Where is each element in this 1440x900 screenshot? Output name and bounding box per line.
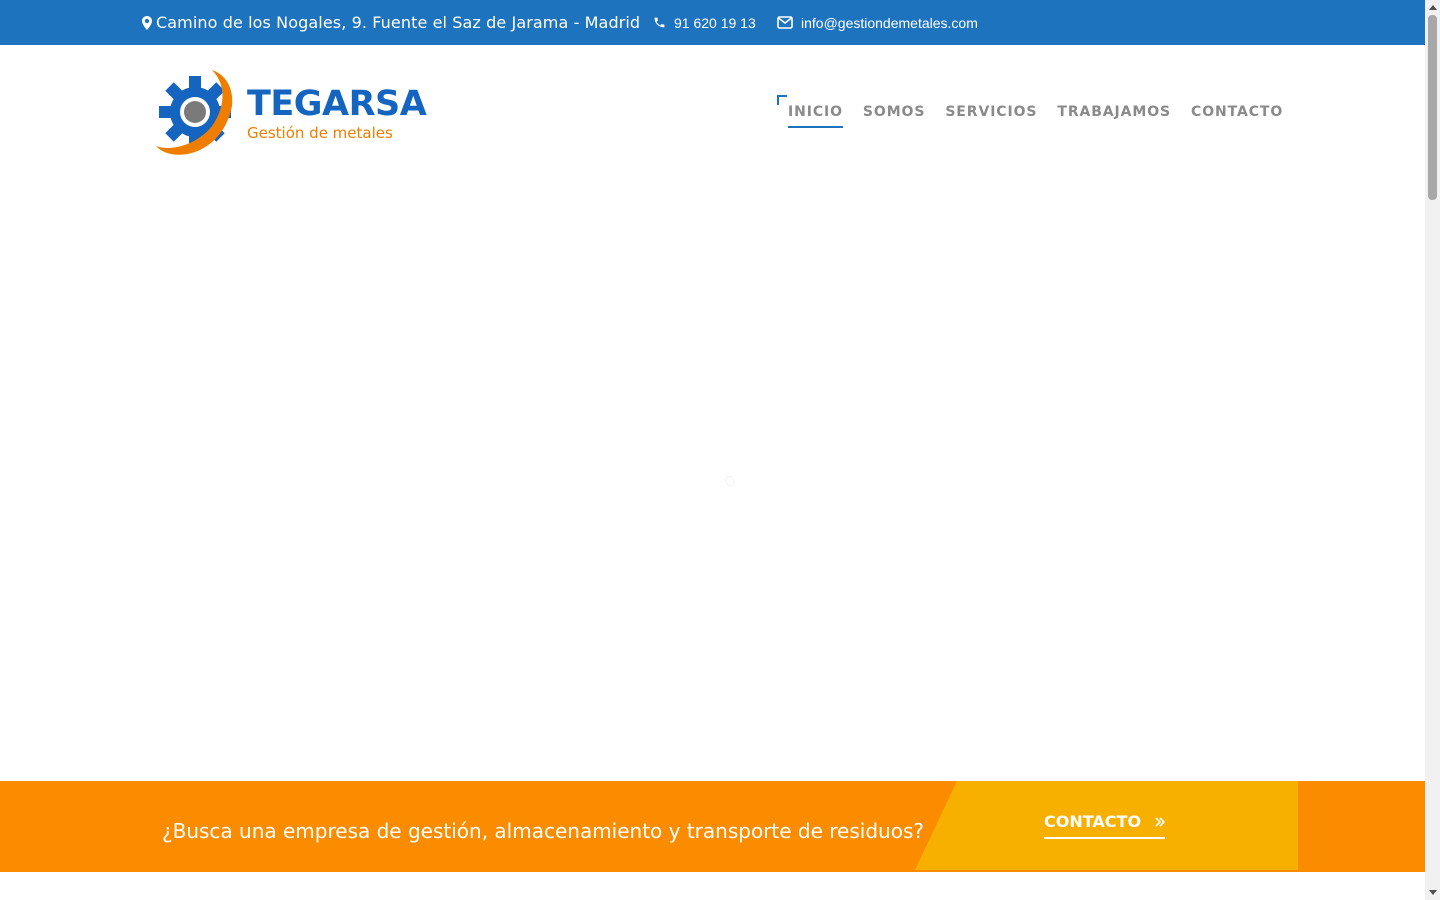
nav-item-somos[interactable]: SOMOS	[863, 100, 925, 128]
scroll-down-icon[interactable]	[1429, 890, 1437, 895]
phone-text: 91 620 19 13	[674, 14, 756, 31]
cta-band: ¿Busca una empresa de gestión, almacenam…	[0, 781, 1425, 872]
map-marker-icon	[142, 15, 152, 30]
address: Camino de los Nogales, 9. Fuente el Saz …	[142, 0, 640, 45]
main-nav: INICIO SOMOS SERVICIOS TRABAJAMOS CONTAC…	[788, 100, 1283, 128]
cta-contact-button[interactable]: CONTACTO	[1044, 812, 1166, 839]
address-text: Camino de los Nogales, 9. Fuente el Saz …	[156, 13, 641, 32]
site-logo[interactable]: TEGARSA Gestión de metales	[152, 66, 427, 160]
logo-tagline: Gestión de metales	[247, 124, 393, 142]
logo-name: TEGARSA	[247, 84, 427, 124]
cta-button-label: CONTACTO	[1044, 812, 1142, 831]
vertical-scrollbar[interactable]	[1425, 0, 1440, 900]
gear-logo-icon	[156, 70, 233, 155]
nav-item-trabajamos[interactable]: TRABAJAMOS	[1057, 100, 1171, 128]
nav-item-contacto[interactable]: CONTACTO	[1191, 100, 1283, 128]
loading-indicator	[725, 476, 735, 486]
envelope-icon	[777, 16, 793, 29]
email-text: info@gestiondemetales.com	[801, 14, 978, 31]
nav-item-inicio[interactable]: INICIO	[788, 100, 843, 128]
email-contact[interactable]: info@gestiondemetales.com	[777, 0, 978, 45]
scroll-up-icon[interactable]	[1429, 5, 1437, 10]
nav-item-servicios[interactable]: SERVICIOS	[945, 100, 1037, 128]
nav-decoration	[777, 95, 787, 105]
double-chevron-right-icon	[1155, 812, 1166, 831]
cta-question: ¿Busca una empresa de gestión, almacenam…	[162, 819, 924, 843]
top-contact-bar: Camino de los Nogales, 9. Fuente el Saz …	[0, 0, 1425, 45]
phone-icon	[653, 16, 666, 29]
phone-contact[interactable]: 91 620 19 13	[653, 0, 756, 45]
scrollbar-thumb[interactable]	[1428, 15, 1437, 200]
